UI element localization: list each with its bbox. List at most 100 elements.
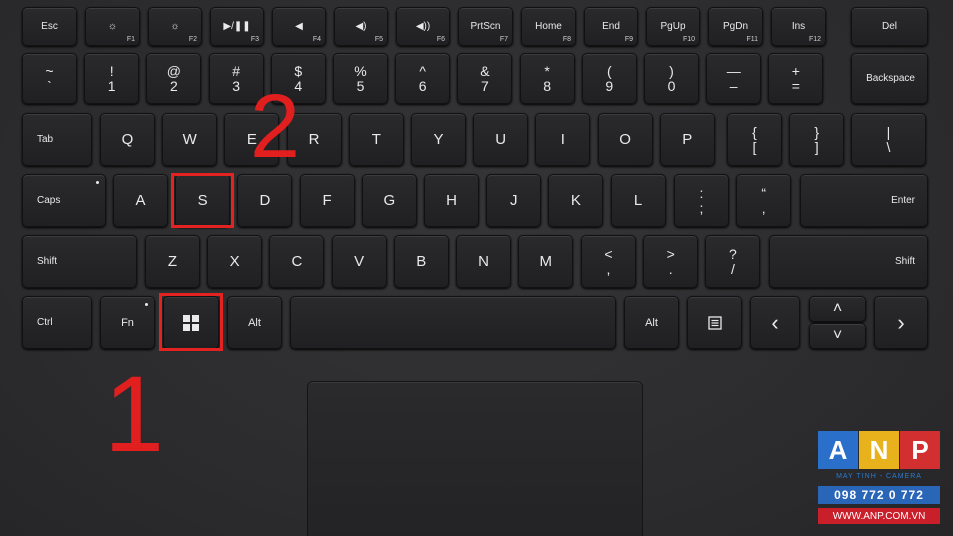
key-base-label: 1 — [107, 77, 116, 94]
logo-letter-p: P — [900, 431, 940, 469]
key-menu[interactable] — [687, 296, 742, 349]
key-label: Enter — [891, 195, 915, 206]
key-num-7[interactable]: & 7 — [457, 53, 513, 104]
key-punct2-0[interactable]: <, — [581, 235, 636, 288]
key-alt-right[interactable]: Alt — [624, 296, 679, 349]
key-v[interactable]: V — [331, 235, 387, 288]
logo-letter-a: A — [818, 431, 858, 469]
key-w[interactable]: W — [162, 113, 218, 166]
key-label: H — [446, 192, 457, 209]
key-enter[interactable]: Enter — [800, 174, 928, 227]
fkey-11[interactable]: PgDn F11 — [708, 7, 763, 46]
fkey-8[interactable]: Home F8 — [521, 7, 576, 46]
key-num-10[interactable]: ) 0 — [644, 53, 699, 104]
key-ctrl[interactable]: Ctrl — [22, 296, 92, 349]
fkey-13[interactable]: Del — [851, 7, 928, 46]
touchpad[interactable] — [307, 381, 643, 536]
annotation-step-1: 1 — [104, 353, 165, 474]
key-l[interactable]: L — [610, 174, 666, 227]
fkey-sub-label: F5 — [374, 36, 383, 43]
key-alt-left[interactable]: Alt — [227, 296, 282, 349]
key-o[interactable]: O — [597, 113, 653, 166]
key-base-label: ` — [47, 77, 52, 94]
key-base-label: 7 — [480, 77, 489, 94]
fkey-4[interactable]: ◀ F4 — [272, 7, 326, 46]
fkey-6[interactable]: ◀)) F6 — [396, 7, 450, 46]
key-u[interactable]: U — [473, 113, 529, 166]
key-num-9[interactable]: (9 — [581, 53, 637, 104]
fkey-3[interactable]: ▶/❚❚ F3 — [210, 7, 264, 46]
key-arrow-down[interactable]: ˅ — [809, 323, 866, 349]
key-space[interactable] — [290, 296, 616, 349]
key-label: Shift — [894, 256, 915, 267]
key-shift-label: ( — [606, 62, 612, 79]
key-shift-label: # — [232, 62, 240, 79]
key-backspace[interactable]: Backspace — [851, 53, 928, 104]
fkey-0[interactable]: Esc — [22, 7, 77, 46]
fn-indicator — [145, 303, 148, 306]
key-num-5[interactable]: % 5 — [333, 53, 388, 104]
key-q[interactable]: Q — [100, 113, 155, 166]
fkey-12[interactable]: Ins F12 — [771, 7, 826, 46]
key-num-11[interactable]: — – — [706, 53, 762, 104]
fkey-2[interactable]: ☼ F2 — [148, 7, 202, 46]
key-x[interactable]: X — [207, 235, 263, 288]
key-label: T — [371, 131, 381, 148]
key-label: Ctrl — [37, 317, 53, 328]
key-punct-0[interactable]: :; — [674, 174, 729, 227]
key-p[interactable]: P — [659, 113, 715, 166]
key-k[interactable]: K — [548, 174, 604, 227]
key-y[interactable]: Y — [411, 113, 466, 166]
key-num-12[interactable]: + = — [768, 53, 824, 104]
logo-phone: 098 772 0 772 — [818, 486, 940, 504]
key-z[interactable]: Z — [145, 235, 200, 288]
key-d[interactable]: D — [237, 174, 293, 227]
key-fn[interactable]: Fn — [100, 296, 155, 349]
key-bracket-2[interactable]: | \ — [851, 113, 926, 166]
key-t[interactable]: T — [348, 113, 404, 166]
highlight-windows-key — [159, 293, 223, 351]
fkey-10[interactable]: PgUp F10 — [646, 7, 700, 46]
key-punct2-2[interactable]: ? / — [705, 235, 761, 288]
key-n[interactable]: N — [456, 235, 511, 288]
key-shift-label: | — [886, 123, 891, 140]
key-tab[interactable]: Tab — [22, 113, 92, 166]
key-punct2-1[interactable]: >. — [643, 235, 699, 288]
key-bracket-0[interactable]: {[ — [727, 113, 782, 166]
key-shift-label: “ — [761, 184, 767, 201]
key-num-6[interactable]: ^ 6 — [395, 53, 451, 104]
key-label: Alt — [248, 316, 261, 329]
key-num-0[interactable]: ~ ` — [22, 53, 77, 104]
key-shift-right[interactable]: Shift — [769, 235, 928, 288]
key-m[interactable]: M — [518, 235, 574, 288]
key-caps[interactable]: Caps — [22, 174, 106, 227]
key-c[interactable]: C — [269, 235, 325, 288]
highlight-s-key — [171, 173, 234, 228]
key-bracket-1[interactable]: }] — [789, 113, 845, 166]
fkey-7[interactable]: PrtScn F7 — [458, 7, 513, 46]
key-a[interactable]: A — [113, 174, 168, 227]
key-arrow-right[interactable]: › — [874, 296, 928, 349]
fkey-9[interactable]: End F9 — [584, 7, 638, 46]
key-h[interactable]: H — [424, 174, 479, 227]
key-g[interactable]: G — [361, 174, 417, 227]
key-label: Backspace — [866, 73, 915, 84]
key-base-label: ‚ — [762, 199, 766, 216]
annotation-step-2: 2 — [250, 77, 301, 177]
key-punct-1[interactable]: “‚ — [736, 174, 792, 227]
key-i[interactable]: I — [535, 113, 591, 166]
key-shift-left[interactable]: Shift — [22, 235, 137, 288]
key-j[interactable]: J — [486, 174, 542, 227]
key-label: Caps — [37, 195, 61, 206]
key-num-2[interactable]: @2 — [146, 53, 202, 104]
key-arrow-left[interactable]: ‹ — [750, 296, 800, 349]
key-num-8[interactable]: * 8 — [519, 53, 575, 104]
fkey-5[interactable]: ◀) F5 — [334, 7, 388, 46]
key-num-1[interactable]: ! 1 — [84, 53, 140, 104]
key-label: ◀ — [295, 21, 303, 32]
key-arrow-up[interactable]: ˄ — [809, 296, 866, 322]
key-b[interactable]: B — [393, 235, 449, 288]
key-label: Z — [167, 253, 178, 270]
fkey-1[interactable]: ☼ F1 — [85, 7, 140, 46]
key-f[interactable]: F — [299, 174, 355, 227]
